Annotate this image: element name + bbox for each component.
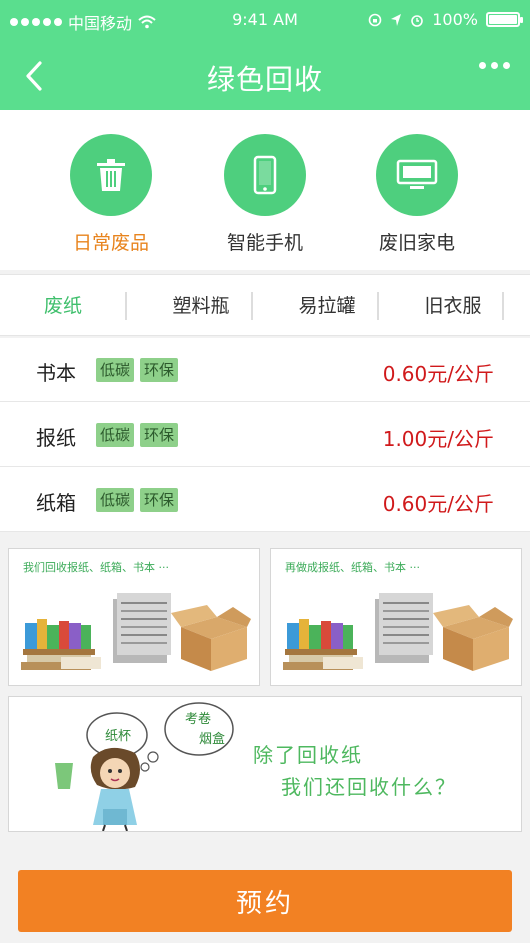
tab-divider <box>251 292 253 320</box>
category-circle <box>376 134 458 216</box>
alarm-icon <box>411 14 424 27</box>
page-title: 绿色回收 <box>206 63 323 96</box>
banner-recycle-paper[interactable]: 我们回收报纸、纸箱、书本 ··· <box>8 548 260 686</box>
item-tags: 低碳 环保 <box>96 423 179 447</box>
girl-thinking-illustration: 纸杯 考卷 烟盒 <box>55 702 234 831</box>
promo-headline: 除了回收纸 <box>253 743 363 767</box>
item-price: 0.60元/公斤 <box>382 492 494 516</box>
price-list: 书本 低碳 环保 0.60元/公斤 报纸 低碳 环保 1.00元/公斤 纸箱 低… <box>0 338 530 532</box>
books-newspaper-box-illustration <box>21 593 251 671</box>
list-item[interactable]: 报纸 低碳 环保 1.00元/公斤 <box>0 403 530 467</box>
item-tags: 低碳 环保 <box>96 358 179 382</box>
list-item[interactable]: 书本 低碳 环保 0.60元/公斤 <box>0 338 530 402</box>
tab-divider <box>377 292 379 320</box>
tab-waste-paper[interactable]: 废纸 <box>0 275 126 337</box>
item-name: 书本 <box>36 361 76 385</box>
category-label: 日常废品 <box>72 232 149 254</box>
tag-low-carbon: 低碳 <box>96 358 135 382</box>
tab-plastic-bottle[interactable]: 塑料瓶 <box>138 275 264 337</box>
smartphone-icon <box>253 155 277 195</box>
more-dots-icon <box>479 62 486 69</box>
trash-can-icon <box>97 159 125 191</box>
banner-caption: 再做成报纸、纸箱、书本 ··· <box>285 561 420 574</box>
more-dot <box>503 62 510 69</box>
tag-eco: 环保 <box>140 423 179 447</box>
category-section: 日常废品 智能手机 废旧家电 <box>0 110 530 270</box>
category-appliance[interactable]: 废旧家电 <box>342 134 492 255</box>
item-name: 纸箱 <box>36 491 76 515</box>
tag-eco: 环保 <box>140 488 179 512</box>
more-button[interactable] <box>479 62 510 69</box>
nav-bar: 绿色回收 <box>0 40 530 110</box>
item-name: 报纸 <box>36 426 76 450</box>
list-item[interactable]: 纸箱 低碳 环保 0.60元/公斤 <box>0 468 530 532</box>
battery-icon <box>486 12 523 27</box>
status-right: 100% <box>368 10 523 29</box>
banner-caption: 我们回收报纸、纸箱、书本 ··· <box>23 561 169 574</box>
tab-can[interactable]: 易拉罐 <box>264 275 390 337</box>
location-icon <box>391 13 402 26</box>
tag-low-carbon: 低碳 <box>96 423 135 447</box>
header: 中国移动 9:41 AM 100% 绿色回收 <box>0 0 530 110</box>
battery-fill <box>489 15 517 24</box>
books-newspaper-box-illustration <box>283 593 513 671</box>
bubble-text-paper: 考卷 <box>185 711 211 727</box>
bubble-text-box: 烟盒 <box>199 731 225 747</box>
category-circle <box>70 134 152 216</box>
more-dot <box>491 62 498 69</box>
tab-old-clothes[interactable]: 旧衣服 <box>390 275 516 337</box>
promo-banner[interactable]: 纸杯 考卷 烟盒 除了回收纸 我们还回收什么？ <box>8 696 522 832</box>
status-bar: 中国移动 9:41 AM 100% <box>0 0 530 38</box>
category-label: 智能手机 <box>226 232 303 254</box>
waste-type-tabs: 废纸 塑料瓶 易拉罐 旧衣服 <box>0 274 530 336</box>
banner-row: 我们回收报纸、纸箱、书本 ··· 再做成报纸、纸箱、书本 ··· <box>0 540 530 690</box>
tag-low-carbon: 低碳 <box>96 488 135 512</box>
tab-divider <box>502 292 504 320</box>
rotation-lock-icon <box>368 13 382 26</box>
category-daily-waste[interactable]: 日常废品 <box>36 134 186 255</box>
category-smartphone[interactable]: 智能手机 <box>190 134 340 255</box>
monitor-icon <box>396 159 438 189</box>
item-tags: 低碳 环保 <box>96 488 179 512</box>
tag-eco: 环保 <box>140 358 179 382</box>
category-label: 废旧家电 <box>378 232 455 254</box>
item-price: 0.60元/公斤 <box>382 362 494 386</box>
item-price: 1.00元/公斤 <box>382 427 494 451</box>
banner-remake-paper[interactable]: 再做成报纸、纸箱、书本 ··· <box>270 548 522 686</box>
promo-subline: 我们还回收什么？ <box>281 775 457 799</box>
category-circle <box>224 134 306 216</box>
battery-percent: 100% <box>432 10 478 29</box>
book-button[interactable]: 预约 <box>18 870 512 932</box>
bubble-text-cup: 纸杯 <box>105 729 131 744</box>
tab-divider <box>125 292 127 320</box>
